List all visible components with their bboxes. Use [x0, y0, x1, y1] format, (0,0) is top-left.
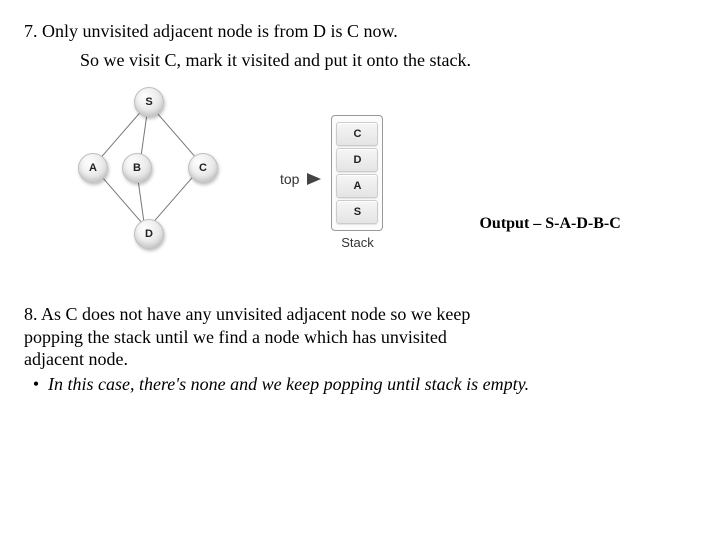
step8-line3: adjacent node.	[24, 348, 696, 371]
step7-line2: So we visit C, mark it visited and put i…	[80, 49, 696, 72]
node-b: B	[122, 153, 152, 183]
step8-line1: 8. As C does not have any unvisited adja…	[24, 303, 696, 326]
figure-row: S A B C D top C D A S Stack Output – S-A…	[54, 79, 696, 279]
arrow-right-icon	[307, 173, 321, 185]
stack-box: C D A S	[331, 115, 383, 231]
output-text: Output – S-A-D-B-C	[479, 215, 620, 233]
stack-item: A	[336, 174, 378, 198]
bullet-icon: •	[24, 373, 48, 396]
step8-bullet: In this case, there's none and we keep p…	[48, 373, 696, 396]
stack-item: S	[336, 200, 378, 224]
stack-area: top C D A S Stack	[280, 109, 383, 250]
node-c: C	[188, 153, 218, 183]
step8-line2: popping the stack until we find a node w…	[24, 326, 696, 349]
node-a: A	[78, 153, 108, 183]
top-label: top	[280, 171, 299, 187]
graph-diagram: S A B C D	[54, 79, 244, 279]
stack-caption: Stack	[341, 235, 374, 250]
node-d: D	[134, 219, 164, 249]
stack-item: D	[336, 148, 378, 172]
node-s: S	[134, 87, 164, 117]
stack-item: C	[336, 122, 378, 146]
step8-block: 8. As C does not have any unvisited adja…	[24, 303, 696, 395]
step7-line1: 7. Only unvisited adjacent node is from …	[24, 20, 696, 43]
